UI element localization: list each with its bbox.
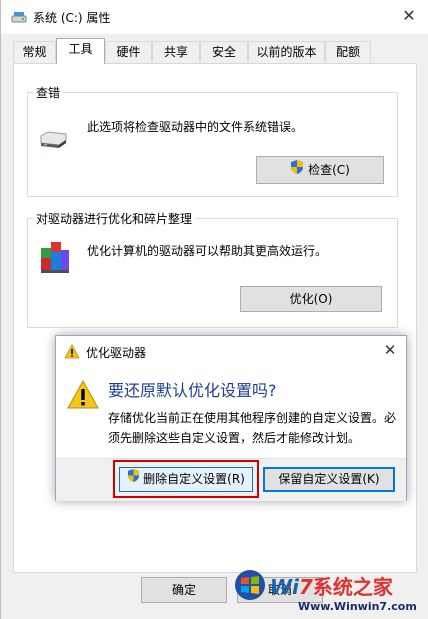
watermark-prefix: Wi (270, 575, 299, 599)
warning-icon (64, 344, 80, 359)
tab-general[interactable]: 常规 (13, 41, 56, 62)
error-check-title: 查错 (33, 84, 64, 101)
windows-logo-icon (234, 569, 266, 601)
dialog-title: 优化驱动器 (86, 346, 147, 360)
watermark-logo: Wi7系统之家 (270, 571, 393, 600)
dialog-description: 存储优化当前正在使用其他程序创建的自定义设置。必须先删除这些自定义设置，然后才能… (108, 411, 397, 445)
shield-icon (290, 158, 304, 184)
check-button[interactable]: 检查(C) (256, 156, 384, 184)
watermark-url: Www.Winwin7.com (298, 600, 417, 613)
tab-label: 安全 (211, 45, 236, 59)
tab-label: 以前的版本 (256, 45, 317, 59)
ok-button[interactable]: 确定 (141, 577, 227, 603)
window-title: 系统 (C:) 属性 (33, 11, 111, 25)
title-bar: 系统 (C:) 属性 ✕ (1, 0, 428, 34)
watermark-suffix: 7 (298, 575, 313, 599)
tab-label: 常规 (22, 45, 47, 59)
ok-button-label: 确定 (171, 583, 196, 597)
close-icon[interactable]: ✕ (399, 4, 419, 28)
warning-icon (67, 379, 99, 410)
optimize-title: 对驱动器进行优化和碎片整理 (33, 210, 196, 227)
delete-custom-settings-button[interactable]: 删除自定义设置(R) (119, 467, 253, 492)
tab-tools[interactable]: 工具 (56, 38, 105, 64)
defrag-icon (39, 238, 71, 274)
check-button-label: 检查(C) (308, 163, 350, 177)
optimize-dialog: 优化驱动器 ✕ 要还原默认优化设置吗? 存储优化当前正在使用其他程序创建的自定义… (55, 335, 407, 501)
tab-previous-versions[interactable]: 以前的版本 (248, 41, 325, 62)
optimize-button-label: 优化(O) (289, 292, 333, 306)
tab-label: 配额 (335, 45, 360, 59)
tab-sharing[interactable]: 共享 (152, 41, 200, 62)
delete-button-label: 删除自定义设置(R) (143, 472, 245, 486)
keep-button-label: 保留自定义设置(K) (278, 472, 380, 486)
tab-hardware[interactable]: 硬件 (105, 41, 152, 62)
keep-custom-settings-button[interactable]: 保留自定义设置(K) (263, 467, 395, 492)
drive-icon (38, 130, 68, 150)
error-check-description: 此选项将检查驱动器中的文件系统错误。 (87, 120, 304, 134)
tab-quota[interactable]: 配额 (325, 41, 371, 62)
optimize-button[interactable]: 优化(O) (240, 286, 382, 312)
site-watermark: Wi7系统之家 Www.Winwin7.com (228, 565, 428, 619)
tab-label: 共享 (163, 45, 188, 59)
optimize-description: 优化计算机的驱动器可以帮助其更高效运行。 (87, 244, 328, 258)
properties-window: 系统 (C:) 属性 ✕ 常规 工具 硬件 共享 安全 以前的版本 配额 查错 … (0, 0, 428, 619)
shield-icon (127, 468, 140, 491)
tab-security[interactable]: 安全 (200, 41, 248, 62)
tab-label: 硬件 (116, 45, 141, 59)
dialog-question: 要还原默认优化设置吗? (108, 381, 277, 400)
tab-label: 工具 (68, 42, 93, 56)
close-icon[interactable]: ✕ (380, 340, 400, 360)
drive-icon (11, 10, 27, 24)
watermark-brand: 系统之家 (312, 575, 393, 599)
